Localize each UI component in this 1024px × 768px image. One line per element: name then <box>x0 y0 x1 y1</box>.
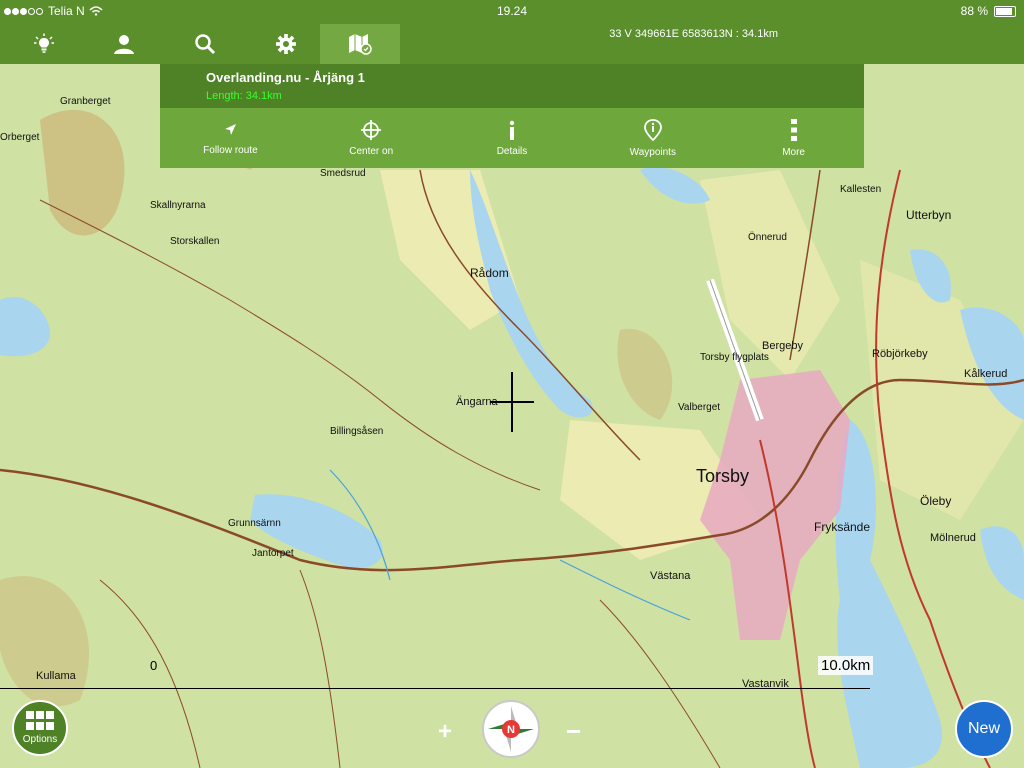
place-label: Billingsåsen <box>330 426 384 437</box>
center-on-label: Center on <box>349 145 394 157</box>
navigate-arrow-icon <box>225 123 237 135</box>
options-button[interactable]: Options <box>12 700 68 756</box>
place-label: Rådom <box>470 266 509 280</box>
map-button[interactable] <box>320 24 400 64</box>
map-icon <box>349 34 372 55</box>
waypoints-label: Waypoints <box>629 146 676 158</box>
place-label: Kallesten <box>840 184 882 195</box>
route-header[interactable]: Overlanding.nu - Årjäng 1 Length: 34.1km <box>160 64 864 108</box>
battery-icon <box>994 5 1016 17</box>
search-button[interactable] <box>165 24 245 64</box>
place-label: Valberget <box>678 402 721 413</box>
waypoints-button[interactable]: Waypoints <box>582 108 723 168</box>
place-label: Grunnsärnn <box>228 518 281 529</box>
place-label: Önnerud <box>748 232 787 243</box>
new-button[interactable]: New <box>955 700 1013 758</box>
place-label: Röbjörkeby <box>872 348 928 360</box>
account-button[interactable] <box>84 24 164 64</box>
lightbulb-icon <box>34 33 54 53</box>
place-label: Fryksände <box>814 520 871 534</box>
more-button[interactable]: More <box>723 108 864 168</box>
route-panel: Overlanding.nu - Årjäng 1 Length: 34.1km… <box>160 64 864 168</box>
coordinates-readout: 33 V 349661E 6583613N : 34.1km <box>609 28 778 40</box>
clock: 19.24 <box>496 4 528 18</box>
search-icon <box>195 34 216 55</box>
center-on-button[interactable]: Center on <box>301 108 442 168</box>
follow-route-label: Follow route <box>203 144 258 156</box>
compass-north-label: N <box>507 724 515 736</box>
compass-button[interactable]: N <box>482 700 540 758</box>
scale-bar <box>0 688 870 689</box>
gear-icon <box>276 34 296 54</box>
grid-icon <box>26 711 54 730</box>
zoom-in-button[interactable]: + <box>438 718 452 746</box>
place-label: Torsby flygplats <box>700 352 769 363</box>
person-icon <box>114 35 134 54</box>
status-bar: Telia N 19.24 88 % <box>0 0 1024 22</box>
crosshair-icon <box>361 119 382 140</box>
place-label: Bergeby <box>762 340 803 352</box>
settings-button[interactable] <box>246 24 326 64</box>
scale-label: 10.0km <box>818 656 874 675</box>
place-label: Utterbyn <box>906 208 952 222</box>
top-toolbar: 33 V 349661E 6583613N : 34.1km <box>0 22 1024 64</box>
details-button[interactable]: Details <box>442 108 583 168</box>
place-label: Torsby <box>696 466 750 486</box>
place-label: Granberget <box>60 96 111 107</box>
route-title: Overlanding.nu - Årjäng 1 <box>206 70 365 85</box>
options-label: Options <box>22 734 58 745</box>
scale-zero-label: 0 <box>150 658 158 673</box>
details-label: Details <box>496 145 528 157</box>
place-label: Skallnyrarna <box>150 200 206 211</box>
waypoint-pin-icon <box>643 118 662 141</box>
more-vertical-icon <box>790 118 797 141</box>
place-label: Smedsrud <box>320 168 366 179</box>
place-label: Västana <box>650 570 691 582</box>
place-label: Orberget <box>0 132 40 143</box>
follow-route-button[interactable]: Follow route <box>160 108 301 168</box>
zoom-out-button[interactable]: − <box>566 716 581 747</box>
place-label: Storskallen <box>170 236 220 247</box>
route-actions: Follow route Center on Details Waypoints… <box>160 108 864 168</box>
place-label: Jantorpet <box>252 548 294 559</box>
info-icon <box>509 120 515 140</box>
compass-icon: N <box>488 706 534 752</box>
more-label: More <box>782 146 805 158</box>
place-label: Mölnerud <box>930 532 976 544</box>
place-label: Öleby <box>920 494 952 508</box>
place-label: Kullama <box>36 670 76 682</box>
map-crosshair <box>490 372 534 432</box>
route-length: Length: 34.1km <box>206 90 282 102</box>
place-label: Kålkerud <box>964 368 1008 380</box>
battery-percent: 88 % <box>960 4 988 18</box>
lightbulb-button[interactable] <box>4 24 84 64</box>
